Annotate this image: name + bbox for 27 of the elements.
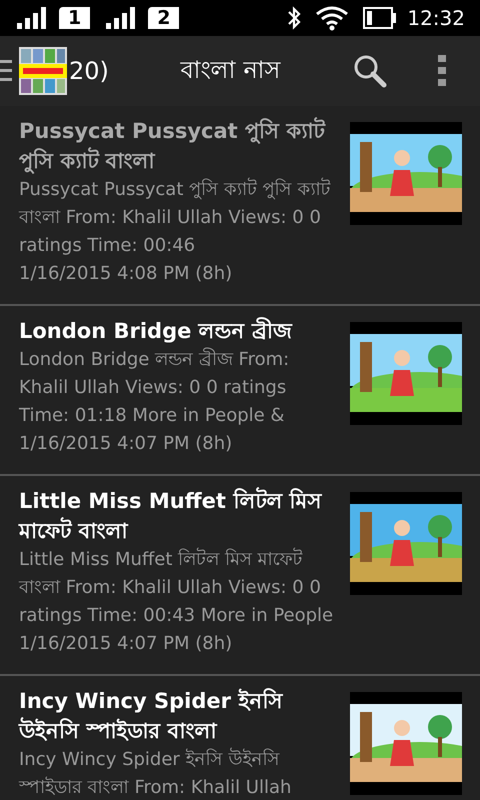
app-title-fragment: 20) [69, 57, 109, 85]
wifi-icon [315, 5, 350, 31]
video-list-item[interactable]: Incy Wincy Spider ইনসি উইনসি স্পাইডার বাংলা Incy Wincy Spider ইনসি উইনসি স্পাইডার বাংলা From: Khalil Ullah [0, 676, 480, 800]
battery-icon [363, 7, 398, 29]
video-title: London Bridge লন্ডন ব্রীজ [19, 316, 294, 345]
video-date: 1/16/2015 4:07 PM (8h) [19, 432, 234, 456]
bluetooth-icon [287, 6, 302, 30]
sim-badge: 2 [148, 7, 180, 29]
clock-time: 12:32 [407, 6, 465, 30]
video-title: Incy Wincy Spider ইনসি উইনসি স্পাইডার বাংলা [19, 687, 284, 745]
search-icon[interactable] [352, 53, 388, 89]
app-home-button[interactable]: 20) [0, 36, 109, 106]
video-title: Little Miss Muffet লিটল মিস মাফেট বাংলা [19, 486, 323, 545]
overflow-menu-icon[interactable] [438, 55, 446, 87]
video-title: Pussycat Pussycat পুসি ক্যাট পুসি ক্যাট বাংলা [19, 116, 326, 176]
video-description: Pussycat Pussycat পুসি ক্যাট পুসি ক্যাট বাংলা From: Khalil Ullah Views: 0 0 ratings Time: 00:46 [19, 176, 332, 258]
video-list-item[interactable]: London Bridge লন্ডন ব্রীজ London Bridge লন্ডন ব্রীজ From: Khalil Ullah Views: 0 0 ratings Time: 01:18 More in People & 1/16/2015 4:07 PM (8h) [0, 306, 480, 476]
video-description: Little Miss Muffet লিটল মিস মাফেট বাংলা From: Khalil Ullah Views: 0 0 ratings Time: 00:43 More in People [19, 546, 334, 628]
video-date: 1/16/2015 4:08 PM (8h) [19, 262, 234, 286]
app-title: বাংলা নাস [179, 55, 282, 86]
video-list-item[interactable]: Little Miss Muffet লিটল মিস মাফেট বাংলা Little Miss Muffet লিটল মিস মাফেট বাংলা From: Khalil Ullah Views: 0 0 ratings Time: 00:43 More in People 1/16/2015 4:07 PM (8h) [0, 476, 480, 676]
video-date: 1/16/2015 4:07 PM (8h) [19, 632, 234, 656]
menu-icon [0, 58, 12, 84]
video-description: London Bridge লন্ডন ব্রীজ From: Khalil Ullah Views: 0 0 ratings Time: 01:18 More in People & [19, 346, 290, 428]
video-description: Incy Wincy Spider ইনসি উইনসি স্পাইডার বাংলা From: Khalil Ullah [19, 746, 292, 800]
video-list-item[interactable]: Pussycat Pussycat পুসি ক্যাট পুসি ক্যাট বাংলা Pussycat Pussycat পুসি ক্যাট পুসি ক্যাট বাংলা From: Khalil Ullah Views: 0 0 ratings Time: 00:46 1/16/2015 4:08 PM (8h) [0, 106, 480, 306]
sim-badge: 1 [59, 7, 90, 29]
